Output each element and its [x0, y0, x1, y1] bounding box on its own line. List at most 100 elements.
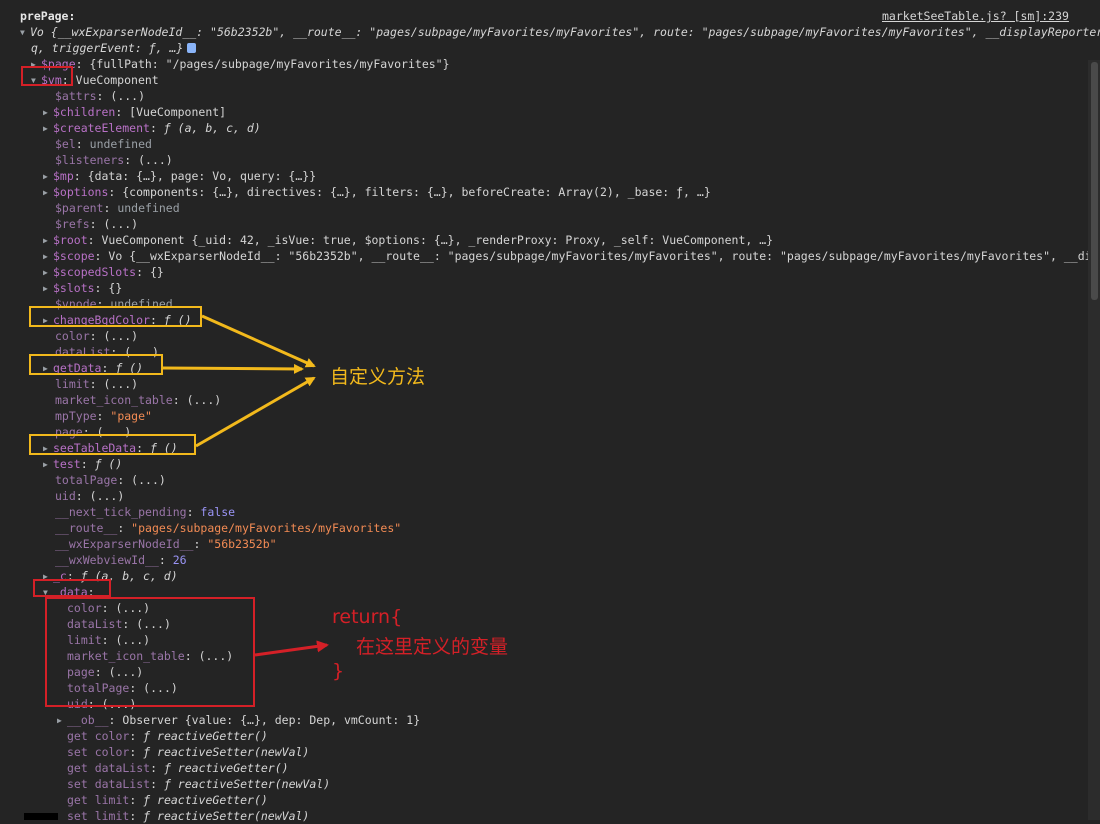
prop-key: $parent	[55, 201, 104, 215]
prop-value: 26	[172, 553, 187, 567]
prop-value: (...)	[103, 329, 139, 343]
expand-triangle-icon[interactable]: ▶	[43, 265, 53, 281]
vm-prop-row[interactable]: __wxWebviewId__: 26	[55, 552, 187, 568]
highlight-box-changeBgdColor	[29, 306, 202, 327]
vm-prop-row[interactable]: ▶ test: ƒ ()	[43, 456, 122, 472]
object-type: Vo {	[30, 25, 58, 39]
prop-key: $options	[53, 185, 109, 199]
prop-key: $el	[55, 137, 76, 151]
vm-prop-row[interactable]: __next_tick_pending: false	[55, 504, 235, 520]
prop-key: set dataList	[67, 777, 151, 791]
expand-triangle-icon[interactable]: ▶	[43, 457, 53, 473]
vm-prop-row[interactable]: $listeners: (...)	[55, 152, 173, 168]
highlight-box-data	[33, 579, 111, 597]
prop-value: (...)	[103, 377, 139, 391]
expand-triangle-icon[interactable]: ▶	[43, 185, 53, 201]
prop-key: color	[55, 329, 90, 343]
vm-prop-row[interactable]: ▶ $options: {components: {…}, directives:…	[43, 184, 711, 200]
vm-prop-row[interactable]: ▶ $mp: {data: {…}, page: Vo, query: {…}}	[43, 168, 316, 184]
vm-prop-row[interactable]: $el: undefined	[55, 136, 152, 152]
prop-value: ƒ reactiveSetter(newVal)	[163, 777, 331, 791]
vm-prop-row[interactable]: __wxExparserNodeId__: "56b2352b"	[55, 536, 277, 552]
prop-key: $listeners	[55, 153, 125, 167]
accessor-row[interactable]: get limit: ƒ reactiveGetter()	[67, 792, 268, 808]
prop-key: $root	[53, 233, 88, 247]
object-summary-line[interactable]: ▼ Vo {__wxExparserNodeId__: "56b2352b", _…	[20, 24, 1100, 40]
prop-value: "56b2352b"	[207, 537, 277, 551]
vm-prop-row[interactable]: limit: (...)	[55, 376, 138, 392]
prop-value: ƒ ()	[94, 457, 123, 471]
prop-key: __wxExparserNodeId__	[55, 537, 194, 551]
expand-triangle-icon[interactable]: ▶	[57, 713, 67, 729]
annotation-return-body: 在这里定义的变量	[356, 636, 509, 658]
prop-key: mpType	[55, 409, 97, 423]
accessor-row[interactable]: set color: ƒ reactiveSetter(newVal)	[67, 744, 309, 760]
vm-prop-row[interactable]: $refs: (...)	[55, 216, 138, 232]
vm-prop-row[interactable]: ▶ $scopedSlots: {}	[43, 264, 164, 280]
source-link[interactable]: marketSeeTable.js? [sm]:239	[882, 9, 1069, 23]
accessor-row[interactable]: get dataList: ƒ reactiveGetter()	[67, 760, 289, 776]
prop-key: set color	[67, 745, 130, 759]
annotation-custom-methods: 自定义方法	[330, 366, 426, 388]
accessor-row[interactable]: get color: ƒ reactiveGetter()	[67, 728, 268, 744]
vm-prop-row[interactable]: ▶ $children: [VueComponent]	[43, 104, 226, 120]
highlight-box-seeTableData	[29, 434, 196, 455]
prop-row-page[interactable]: ▶ $page: {fullPath: "/pages/subpage/myFav…	[31, 56, 450, 72]
prop-key: $slots	[53, 281, 95, 295]
accessor-row[interactable]: set limit: ƒ reactiveSetter(newVal)	[67, 808, 309, 824]
prop-value: {}	[149, 265, 164, 279]
expand-triangle-icon[interactable]: ▶	[43, 169, 53, 185]
vm-prop-row[interactable]: ▶ $createElement: ƒ (a, b, c, d)	[43, 120, 261, 136]
collapse-triangle-icon[interactable]: ▼	[20, 25, 30, 41]
vm-prop-row[interactable]: mpType: "page"	[55, 408, 152, 424]
highlight-box-vm	[21, 66, 73, 86]
prop-key: $scopedSlots	[53, 265, 137, 279]
prop-value: ƒ reactiveSetter(newVal)	[143, 809, 310, 823]
prop-key: get dataList	[67, 761, 151, 775]
info-icon[interactable]	[187, 43, 197, 53]
prop-key: get color	[67, 729, 130, 743]
vm-prop-row[interactable]: ▶ $root: VueComponent {_uid: 42, _isVue: …	[43, 232, 773, 248]
prop-key: totalPage	[55, 473, 118, 487]
vm-prop-row[interactable]: $parent: undefined	[55, 200, 180, 216]
prop-value: undefined	[89, 137, 152, 151]
prop-key: test	[53, 457, 81, 471]
scrollbar-thumb[interactable]	[1091, 62, 1098, 300]
prop-value: (...)	[131, 473, 166, 487]
vm-prop-row[interactable]: color: (...)	[55, 328, 138, 344]
prop-value: (...)	[110, 89, 146, 103]
vm-prop-row[interactable]: $attrs: (...)	[55, 88, 145, 104]
prop-key: uid	[55, 489, 76, 503]
prop-value: ƒ reactiveGetter()	[163, 761, 289, 775]
prop-value: VueComponent {_uid: 42, _isVue: true, $o…	[101, 233, 774, 247]
expand-triangle-icon[interactable]: ▶	[43, 249, 53, 265]
prop-key: __ob__	[67, 713, 109, 727]
prop-key: $attrs	[55, 89, 97, 103]
vm-prop-row[interactable]: ▶ $slots: {}	[43, 280, 122, 296]
expand-triangle-icon[interactable]: ▶	[43, 281, 53, 297]
expand-triangle-icon[interactable]: ▶	[43, 105, 53, 121]
accessor-row[interactable]: set dataList: ƒ reactiveSetter(newVal)	[67, 776, 330, 792]
prop-value: "page"	[110, 409, 152, 423]
object-summary: __wxExparserNodeId__: "56b2352b", __rout…	[57, 25, 1100, 39]
vm-prop-row[interactable]: ▶ $scope: Vo {__wxExparserNodeId__: "56b2…	[43, 248, 1100, 264]
prop-value: {}	[108, 281, 123, 295]
vm-prop-row[interactable]: __route__: "pages/subpage/myFavorites/my…	[55, 520, 401, 536]
prop-value: VueComponent	[75, 73, 159, 87]
prop-key: $children	[53, 105, 116, 119]
vm-prop-row[interactable]: uid: (...)	[55, 488, 124, 504]
expand-triangle-icon[interactable]: ▶	[43, 233, 53, 249]
expand-triangle-icon[interactable]: ▶	[43, 121, 53, 137]
vm-prop-row[interactable]: market_icon_table: (...)	[55, 392, 221, 408]
bottom-edge-marker	[24, 813, 58, 820]
prop-row-observer[interactable]: ▶ __ob__: Observer {value: {…}, dep: Dep,…	[57, 712, 420, 728]
prop-value: ƒ reactiveSetter(newVal)	[143, 745, 310, 759]
vm-prop-row[interactable]: totalPage: (...)	[55, 472, 166, 488]
prop-value: ƒ reactiveGetter()	[143, 729, 268, 743]
prop-key: $refs	[55, 217, 90, 231]
log-label: prePage:	[20, 9, 76, 23]
prop-value: (...)	[138, 153, 173, 167]
prop-value: ƒ (a, b, c, d)	[163, 121, 261, 135]
prop-key: __route__	[55, 521, 118, 535]
prop-key: $createElement	[53, 121, 150, 135]
